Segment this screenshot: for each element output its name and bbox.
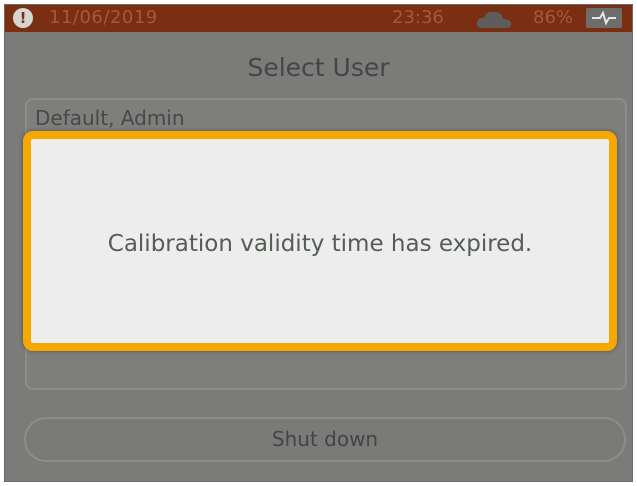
power-plug-icon bbox=[586, 8, 622, 28]
dialog-message: Calibration validity time has expired. bbox=[107, 231, 533, 257]
battery-level: 86% bbox=[533, 7, 574, 28]
status-bar: ! 11/06/2019 23:36 86% bbox=[5, 5, 632, 32]
status-time: 23:36 bbox=[392, 7, 444, 28]
status-date: 11/06/2019 bbox=[49, 7, 158, 28]
user-list-item-default-admin[interactable]: Default, Admin bbox=[35, 106, 185, 130]
alert-icon: ! bbox=[13, 8, 33, 28]
page-title: Select User bbox=[247, 53, 390, 82]
cloud-icon bbox=[476, 10, 512, 30]
calibration-alert-dialog[interactable]: Calibration validity time has expired. bbox=[23, 131, 617, 351]
shutdown-button[interactable]: Shut down bbox=[24, 417, 626, 462]
